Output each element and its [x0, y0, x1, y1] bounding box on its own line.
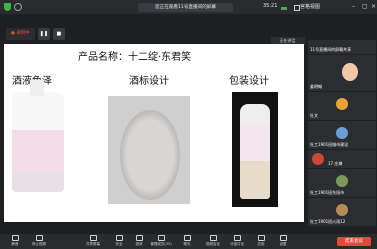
minimize-icon[interactable]: –	[352, 2, 355, 12]
avatar	[336, 98, 348, 110]
breakout-icon	[233, 235, 241, 241]
gallery-view-button[interactable]: 宫格视图	[294, 2, 349, 12]
video-meeting-button[interactable]: 视频会议	[202, 235, 224, 247]
participant-tile[interactable]: 杜工1901班东阳市	[308, 169, 376, 197]
meeting-toolbar: 静音 停止视频 共享屏幕 安全 邀请 管理成员(35) 聊天 视频会议 分组讨论…	[0, 234, 377, 249]
participant-tile[interactable]: 杜工1901班城市建设	[308, 121, 376, 149]
participant-name: 杜工1901班城市建设	[310, 142, 349, 147]
participant-name: 杜工1901班火雨12	[310, 219, 346, 224]
shield-icon	[4, 3, 11, 11]
share-controls: 录制中 ❚❚ ■	[6, 27, 65, 41]
invite-button[interactable]: 邀请	[128, 235, 150, 247]
participant-tile[interactable]: 杜工1901班火雨12	[308, 198, 376, 226]
gear-icon	[279, 235, 287, 241]
microphone-icon	[11, 235, 19, 241]
stop-video-button[interactable]: 停止视频	[28, 235, 50, 247]
section-package-design: 包装设计	[229, 76, 269, 87]
recording-indicator[interactable]: 录制中	[6, 28, 35, 40]
security-button[interactable]: 安全	[108, 235, 130, 247]
participant-name: 17 庄琳	[328, 161, 343, 166]
embossed-seal-image	[120, 110, 180, 200]
avatar	[336, 204, 348, 216]
meeting-timer: 35:21	[263, 3, 278, 9]
share-screen-button[interactable]: 共享屏幕	[82, 235, 104, 247]
chat-button[interactable]: 聊天	[176, 235, 198, 247]
participant-name: 杜工1901班东阳市	[310, 190, 345, 195]
video-icon	[209, 235, 217, 241]
package-design-image	[232, 92, 278, 207]
members-icon	[157, 235, 165, 241]
title-bar: 您正在观看11号直播间的屏幕 35:21 宫格视图 – ▢ ×	[0, 0, 377, 14]
stop-button[interactable]: ■	[52, 28, 65, 40]
avatar	[336, 127, 348, 139]
maximize-icon[interactable]: ▢	[362, 2, 368, 12]
invite-icon	[135, 235, 143, 241]
section-label-design: 酒标设计	[129, 76, 169, 87]
participant-tile[interactable]: 11号直播间的屏幕共享	[308, 40, 376, 54]
participant-tile[interactable]: 杜文	[308, 92, 376, 120]
participant-name: 11号直播间的屏幕共享	[310, 47, 352, 52]
participant-tile[interactable]: 姜明翰	[308, 55, 376, 91]
window-title: 您正在观看11号直播间的屏幕	[138, 3, 233, 12]
signal-icon	[281, 5, 287, 10]
apps-icon	[257, 235, 265, 241]
share-icon	[89, 235, 97, 241]
participant-name: 杜文	[310, 113, 318, 118]
pause-button[interactable]: ❚❚	[37, 28, 50, 40]
participant-name: 姜明翰	[310, 84, 322, 89]
bottle-image	[12, 80, 64, 192]
apps-button[interactable]: 应用	[250, 235, 272, 247]
mute-button[interactable]: 静音	[4, 235, 26, 247]
painted-bottle	[240, 104, 270, 199]
settings-button[interactable]: 设置	[272, 235, 294, 247]
info-icon[interactable]	[14, 3, 22, 11]
camera-icon	[35, 235, 43, 241]
breakout-button[interactable]: 分组讨论	[226, 235, 248, 247]
avatar	[336, 175, 348, 187]
product-title: 产品名称：十二绽·东君笑	[78, 52, 192, 63]
shield-icon	[115, 235, 123, 241]
close-icon[interactable]: ×	[371, 2, 376, 12]
manage-members-button[interactable]: 管理成员(35)	[150, 235, 172, 247]
participant-tile[interactable]: 17 庄琳	[308, 150, 376, 168]
avatar	[312, 153, 324, 165]
end-meeting-button[interactable]: 结束会议	[337, 237, 371, 246]
video-feed	[342, 63, 358, 81]
chat-icon	[183, 235, 191, 241]
